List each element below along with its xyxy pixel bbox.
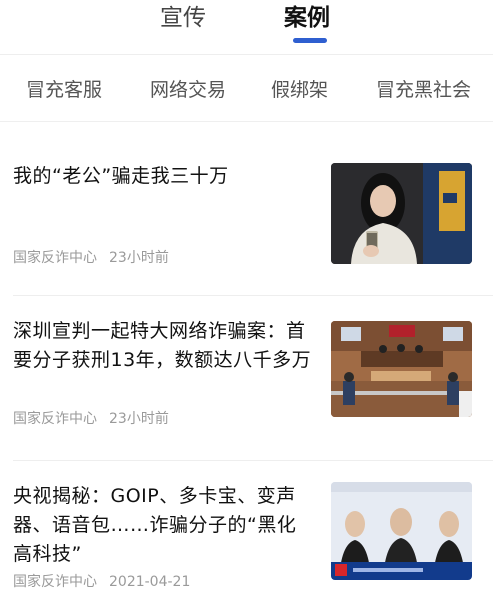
category-fake-kidnapping[interactable]: 假绑架 <box>271 77 328 103</box>
thumbnail-image <box>331 482 472 580</box>
thumbnail-image <box>331 321 472 417</box>
article-item[interactable]: 我的“老公”骗走我三十万 国家反诈中心 23小时前 <box>0 122 493 296</box>
category-bar: 冒充客服 网络交易 假绑架 冒充黑社会 <box>0 55 493 121</box>
active-tab-indicator <box>293 38 327 43</box>
article-source: 国家反诈中心 <box>13 574 97 590</box>
tab-propaganda[interactable]: 宣传 <box>160 2 206 34</box>
tab-cases[interactable]: 案例 <box>284 2 330 34</box>
article-item[interactable]: 央视揭秘：GOIP、多卡宝、变声器、语音包……诈骗分子的“黑化高科技” 国家反诈… <box>0 462 493 596</box>
article-source: 国家反诈中心 <box>13 411 97 427</box>
article-time: 2021-04-21 <box>109 574 191 590</box>
article-meta: 国家反诈中心 2021-04-21 <box>13 573 190 591</box>
article-source: 国家反诈中心 <box>13 250 97 266</box>
article-time: 23小时前 <box>109 250 169 266</box>
article-thumbnail[interactable] <box>331 321 472 417</box>
article-title[interactable]: 深圳宣判一起特大网络诈骗案：首要分子获刑13年，数额达八千多万 <box>13 317 313 375</box>
thumbnail-image <box>331 163 472 264</box>
category-online-trading[interactable]: 网络交易 <box>150 77 226 103</box>
article-meta: 国家反诈中心 23小时前 <box>13 410 169 428</box>
divider <box>13 460 493 461</box>
article-thumbnail[interactable] <box>331 482 472 580</box>
article-time: 23小时前 <box>109 411 169 427</box>
category-impersonate-gang[interactable]: 冒充黑社会 <box>376 77 471 103</box>
article-title[interactable]: 我的“老公”骗走我三十万 <box>13 162 313 191</box>
article-item[interactable]: 深圳宣判一起特大网络诈骗案：首要分子获刑13年，数额达八千多万 国家反诈中心 23… <box>0 297 493 461</box>
article-title[interactable]: 央视揭秘：GOIP、多卡宝、变声器、语音包……诈骗分子的“黑化高科技” <box>13 482 313 569</box>
divider <box>13 295 493 296</box>
category-impersonate-customer-service[interactable]: 冒充客服 <box>26 77 102 103</box>
top-tab-bar: 宣传 案例 <box>0 0 493 54</box>
article-thumbnail[interactable] <box>331 163 472 264</box>
article-meta: 国家反诈中心 23小时前 <box>13 249 169 267</box>
